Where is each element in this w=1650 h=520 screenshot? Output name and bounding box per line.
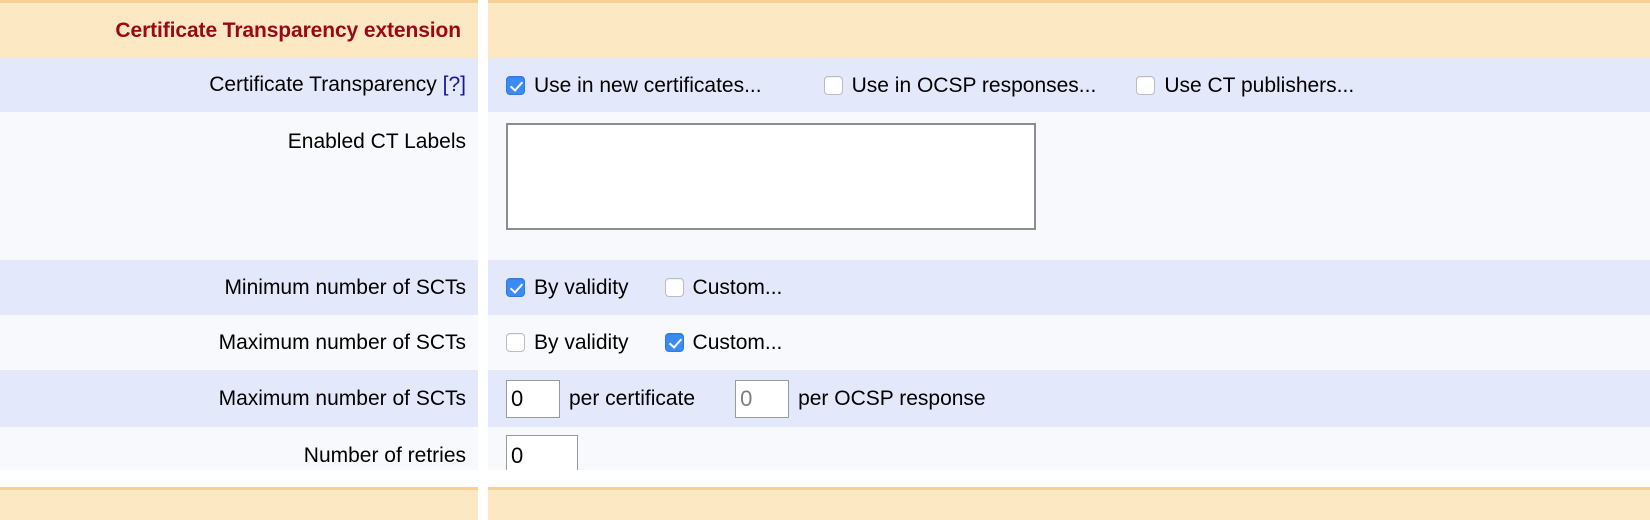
next-section-header-left [0, 487, 478, 520]
label-maximum-scts-values: Maximum number of SCTs [219, 387, 466, 410]
label-cell-enabled-ct-labels: Enabled CT Labels [0, 112, 478, 260]
row-minimum-number-of-scts: Minimum number of SCTs By validity Custo… [0, 260, 1650, 315]
section-header-row: Certificate Transparency extension [0, 0, 1650, 58]
checkbox-box-min-scts-by-validity[interactable] [506, 278, 525, 297]
checkbox-box-max-scts-by-validity[interactable] [506, 333, 525, 352]
checkbox-use-in-ocsp-responses[interactable]: Use in OCSP responses... [824, 75, 1097, 96]
checkbox-min-scts-custom[interactable]: Custom... [665, 277, 783, 298]
label-cell-minimum-scts: Minimum number of SCTs [0, 260, 478, 315]
section-header-right [488, 0, 1650, 58]
checkbox-box-use-ct-publishers[interactable] [1136, 76, 1155, 95]
field-cell-enabled-ct-labels [488, 112, 1650, 260]
row-maximum-number-of-scts: Maximum number of SCTs By validity Custo… [0, 315, 1650, 370]
checkbox-label-use-in-new-certificates: Use in new certificates... [534, 75, 762, 96]
max-scts-value-group: per certificate per OCSP response [506, 380, 1650, 418]
column-gap [478, 58, 488, 112]
checkbox-label-use-ct-publishers: Use CT publishers... [1164, 75, 1354, 96]
ct-settings-table: Certificate Transparency extension Certi… [0, 0, 1650, 485]
field-cell-certificate-transparency: Use in new certificates... Use in OCSP r… [488, 58, 1650, 112]
label-maximum-number-of-scts: Maximum number of SCTs [219, 331, 466, 354]
checkbox-max-scts-by-validity[interactable]: By validity [506, 332, 629, 353]
checkbox-label-max-scts-custom: Custom... [693, 332, 783, 353]
label-enabled-ct-labels: Enabled CT Labels [288, 130, 466, 153]
checkbox-label-min-scts-by-validity: By validity [534, 277, 629, 298]
section-title: Certificate Transparency extension [0, 19, 478, 43]
label-number-of-retries: Number of retries [304, 444, 466, 467]
checkbox-label-use-in-ocsp-responses: Use in OCSP responses... [852, 75, 1097, 96]
checkbox-min-scts-by-validity[interactable]: By validity [506, 277, 629, 298]
section-separator [0, 470, 1650, 487]
row-maximum-scts-values: Maximum number of SCTs per certificate p… [0, 370, 1650, 427]
column-gap [478, 260, 488, 315]
checkbox-box-use-in-ocsp-responses[interactable] [824, 76, 843, 95]
field-cell-maximum-scts-values: per certificate per OCSP response [488, 370, 1650, 427]
checkbox-box-min-scts-custom[interactable] [665, 278, 684, 297]
next-section-header-strip [0, 487, 1650, 520]
enabled-ct-labels-textarea[interactable] [506, 123, 1036, 230]
checkbox-use-ct-publishers[interactable]: Use CT publishers... [1136, 75, 1354, 96]
field-cell-maximum-scts: By validity Custom... [488, 315, 1650, 370]
column-gap [478, 315, 488, 370]
unit-label-per-ocsp-response: per OCSP response [798, 387, 986, 411]
max-scts-per-certificate-input[interactable] [506, 380, 560, 418]
checkbox-label-min-scts-custom: Custom... [693, 277, 783, 298]
checkbox-box-max-scts-custom[interactable] [665, 333, 684, 352]
checkbox-box-use-in-new-certificates[interactable] [506, 76, 525, 95]
next-section-header-right [488, 487, 1650, 520]
certificate-transparency-panel: Certificate Transparency extension Certi… [0, 0, 1650, 520]
checkbox-group-maximum-scts: By validity Custom... [506, 332, 1650, 353]
checkbox-max-scts-custom[interactable]: Custom... [665, 332, 783, 353]
label-cell-maximum-scts-values: Maximum number of SCTs [0, 370, 478, 427]
field-cell-minimum-scts: By validity Custom... [488, 260, 1650, 315]
label-certificate-transparency: Certificate Transparency [209, 73, 437, 96]
label-minimum-number-of-scts: Minimum number of SCTs [224, 276, 466, 299]
checkbox-use-in-new-certificates[interactable]: Use in new certificates... [506, 75, 762, 96]
max-scts-per-ocsp-response-input[interactable] [735, 380, 789, 418]
row-enabled-ct-labels: Enabled CT Labels [0, 112, 1650, 260]
help-icon-certificate-transparency[interactable]: [?] [443, 73, 466, 96]
unit-label-per-certificate: per certificate [569, 387, 695, 411]
column-gap [478, 370, 488, 427]
column-gap [478, 0, 488, 58]
label-cell-maximum-scts: Maximum number of SCTs [0, 315, 478, 370]
column-gap [478, 112, 488, 260]
label-cell-certificate-transparency: Certificate Transparency [?] [0, 58, 478, 112]
checkbox-group-minimum-scts: By validity Custom... [506, 277, 1650, 298]
checkbox-group-ct-usage: Use in new certificates... Use in OCSP r… [506, 75, 1650, 96]
section-header-left: Certificate Transparency extension [0, 0, 478, 58]
checkbox-label-max-scts-by-validity: By validity [534, 332, 629, 353]
row-certificate-transparency: Certificate Transparency [?] Use in new … [0, 58, 1650, 112]
